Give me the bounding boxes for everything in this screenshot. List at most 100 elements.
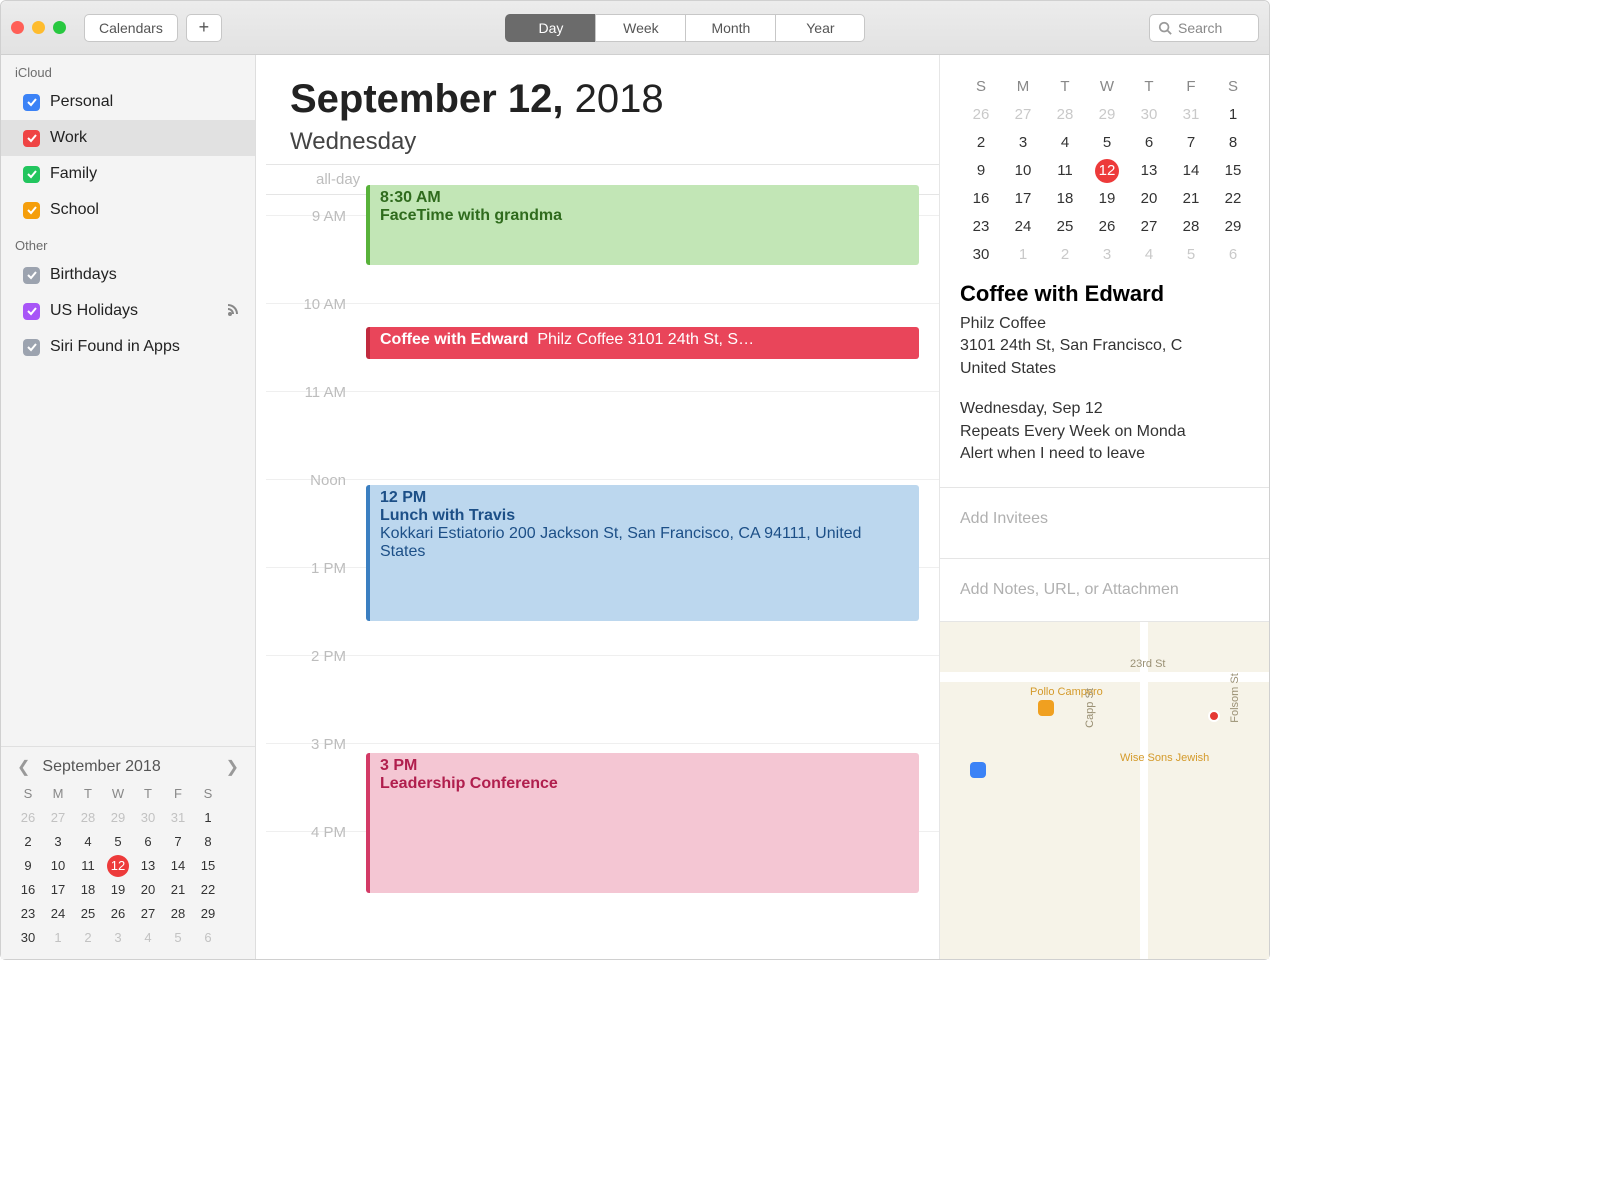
view-day-button[interactable]: Day <box>505 14 595 42</box>
mini-day[interactable]: 22 <box>193 879 223 901</box>
sidebar-item-family[interactable]: Family <box>1 156 255 192</box>
mini-day[interactable]: 22 <box>1212 187 1254 211</box>
mini-day[interactable]: 4 <box>73 831 103 853</box>
mini-day[interactable]: 26 <box>103 903 133 925</box>
event-block[interactable]: 8:30 AMFaceTime with grandma <box>366 185 919 265</box>
add-invitees-field[interactable]: Add Invitees <box>960 502 1269 536</box>
mini-day[interactable]: 10 <box>43 855 73 877</box>
timeline[interactable]: 9 AM10 AM11 AMNoon1 PM2 PM3 PM4 PM 8:30 … <box>266 195 939 875</box>
mini-day[interactable]: 10 <box>1002 159 1044 183</box>
sidebar-item-personal[interactable]: Personal <box>1 84 255 120</box>
add-event-button[interactable]: + <box>186 14 222 42</box>
mini-day[interactable]: 14 <box>1170 159 1212 183</box>
mini-day[interactable]: 14 <box>163 855 193 877</box>
mini-day[interactable]: 16 <box>960 187 1002 211</box>
mini-day[interactable]: 26 <box>960 103 1002 127</box>
mini-day[interactable]: 26 <box>1086 215 1128 239</box>
mini-day[interactable]: 29 <box>193 903 223 925</box>
mini-next-button[interactable]: ❯ <box>222 757 243 777</box>
mini-day[interactable]: 30 <box>13 927 43 949</box>
mini-day[interactable]: 3 <box>1086 243 1128 267</box>
mini-day[interactable]: 11 <box>1044 159 1086 183</box>
mini-day[interactable]: 4 <box>1128 243 1170 267</box>
mini-day[interactable]: 13 <box>133 855 163 877</box>
view-year-button[interactable]: Year <box>775 14 865 42</box>
calendars-button[interactable]: Calendars <box>84 14 178 42</box>
mini-day[interactable]: 2 <box>1044 243 1086 267</box>
mini-day[interactable]: 25 <box>73 903 103 925</box>
event-block[interactable]: 12 PMLunch with TravisKokkari Estiatorio… <box>366 485 919 621</box>
mini-day[interactable]: 28 <box>73 807 103 829</box>
event-block[interactable]: 3 PMLeadership Conference <box>366 753 919 893</box>
mini-day[interactable]: 4 <box>1044 131 1086 155</box>
mini-day[interactable]: 1 <box>43 927 73 949</box>
mini-day[interactable]: 11 <box>73 855 103 877</box>
mini-day[interactable]: 6 <box>193 927 223 949</box>
mini-day[interactable]: 6 <box>133 831 163 853</box>
mini-day[interactable]: 30 <box>1128 103 1170 127</box>
mini-day[interactable]: 2 <box>13 831 43 853</box>
mini-day[interactable]: 12 <box>1086 159 1128 183</box>
mini-day[interactable]: 1 <box>1212 103 1254 127</box>
sidebar-item-work[interactable]: Work <box>1 120 255 156</box>
mini-day[interactable]: 3 <box>43 831 73 853</box>
mini-day[interactable]: 20 <box>1128 187 1170 211</box>
mini-day[interactable]: 27 <box>133 903 163 925</box>
mini-day[interactable]: 19 <box>103 879 133 901</box>
mini-day[interactable]: 24 <box>43 903 73 925</box>
mini-day[interactable]: 18 <box>73 879 103 901</box>
mini-day[interactable]: 23 <box>960 215 1002 239</box>
mini-day[interactable]: 9 <box>960 159 1002 183</box>
mini-day[interactable]: 12 <box>107 855 129 877</box>
mini-day[interactable]: 2 <box>73 927 103 949</box>
mini-day[interactable]: 4 <box>133 927 163 949</box>
mini-day[interactable]: 5 <box>1086 131 1128 155</box>
mini-day[interactable]: 25 <box>1044 215 1086 239</box>
mini-day[interactable]: 16 <box>13 879 43 901</box>
mini-day[interactable]: 17 <box>1002 187 1044 211</box>
mini-day[interactable]: 24 <box>1002 215 1044 239</box>
mini-day[interactable]: 7 <box>1170 131 1212 155</box>
mini-day[interactable]: 5 <box>1170 243 1212 267</box>
mini-day[interactable]: 8 <box>1212 131 1254 155</box>
mini-prev-button[interactable]: ❮ <box>13 757 34 777</box>
mini-day[interactable]: 8 <box>193 831 223 853</box>
mini-day[interactable]: 13 <box>1128 159 1170 183</box>
mini-day[interactable]: 30 <box>960 243 1002 267</box>
mini-day[interactable]: 9 <box>13 855 43 877</box>
mini-day[interactable]: 6 <box>1212 243 1254 267</box>
mini-day[interactable]: 15 <box>193 855 223 877</box>
mini-day[interactable]: 17 <box>43 879 73 901</box>
mini-day[interactable]: 1 <box>1002 243 1044 267</box>
mini-day[interactable]: 27 <box>43 807 73 829</box>
close-icon[interactable] <box>11 21 24 34</box>
mini-day[interactable]: 28 <box>1170 215 1212 239</box>
mini-day[interactable]: 20 <box>133 879 163 901</box>
mini-day[interactable]: 5 <box>163 927 193 949</box>
mini-day[interactable]: 29 <box>1212 215 1254 239</box>
sidebar-item-school[interactable]: School <box>1 192 255 228</box>
mini-day[interactable]: 23 <box>13 903 43 925</box>
mini-day[interactable]: 3 <box>103 927 133 949</box>
mini-day[interactable]: 27 <box>1128 215 1170 239</box>
mini-day[interactable]: 21 <box>1170 187 1212 211</box>
mini-day[interactable]: 21 <box>163 879 193 901</box>
mini-day[interactable]: 27 <box>1002 103 1044 127</box>
sidebar-item[interactable]: Siri Found in Apps <box>1 329 255 365</box>
mini-day[interactable]: 29 <box>1086 103 1128 127</box>
mini-day[interactable]: 5 <box>103 831 133 853</box>
mini-day[interactable]: 7 <box>163 831 193 853</box>
mini-day[interactable]: 6 <box>1128 131 1170 155</box>
mini-day[interactable]: 26 <box>13 807 43 829</box>
mini-day[interactable]: 28 <box>163 903 193 925</box>
map-preview[interactable]: 23rd St Pollo Campero Wise Sons Jewish C… <box>940 621 1269 959</box>
event-block[interactable]: Coffee with Edward Philz Coffee 3101 24t… <box>366 327 919 359</box>
mini-day[interactable]: 31 <box>1170 103 1212 127</box>
view-week-button[interactable]: Week <box>595 14 685 42</box>
view-month-button[interactable]: Month <box>685 14 775 42</box>
mini-day[interactable]: 31 <box>163 807 193 829</box>
minimize-icon[interactable] <box>32 21 45 34</box>
mini-day[interactable]: 19 <box>1086 187 1128 211</box>
mini-day[interactable]: 29 <box>103 807 133 829</box>
mini-day[interactable]: 15 <box>1212 159 1254 183</box>
